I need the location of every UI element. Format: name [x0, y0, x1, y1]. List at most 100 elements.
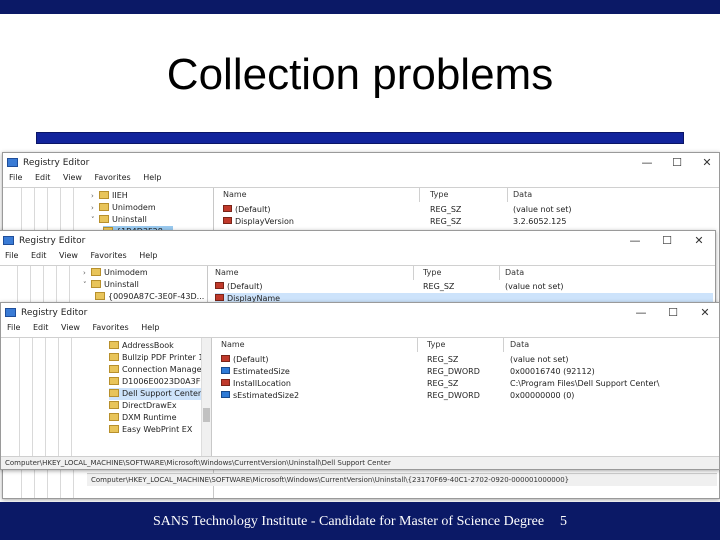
string-value-icon	[221, 355, 230, 362]
folder-icon	[99, 191, 109, 199]
page-number: 5	[560, 514, 567, 529]
close-button[interactable]: ✕	[689, 234, 709, 247]
column-type-header[interactable]: Type	[430, 190, 448, 199]
registry-app-icon	[7, 158, 18, 167]
tree-item[interactable]: DirectDrawEx	[109, 400, 177, 412]
tree-item[interactable]: › Unimodem	[91, 202, 156, 214]
status-bar: Computer\HKEY_LOCAL_MACHINE\SOFTWARE\Mic…	[1, 456, 719, 469]
value-row[interactable]: (Default)	[221, 354, 268, 366]
scrollbar-thumb[interactable]	[203, 408, 210, 422]
title-bar[interactable]: Registry Editor — ☐ ✕	[0, 231, 715, 251]
window-title: Registry Editor	[23, 158, 90, 168]
column-name-header[interactable]: Name	[215, 268, 239, 277]
tree-item[interactable]: ˅ Uninstall	[83, 279, 139, 291]
tree-item[interactable]: AddressBook	[109, 340, 174, 352]
folder-icon	[109, 413, 119, 421]
value-row[interactable]: (Default)	[223, 204, 270, 216]
string-value-icon	[223, 205, 232, 212]
chevron-right-icon: ›	[83, 269, 86, 277]
folder-icon	[95, 292, 105, 300]
folder-icon	[109, 377, 119, 385]
tree-item[interactable]: Easy WebPrint EX	[109, 424, 192, 436]
column-type-header[interactable]: Type	[423, 268, 441, 277]
window-title: Registry Editor	[21, 308, 88, 318]
tree-item[interactable]: › Unimodem	[83, 267, 148, 279]
close-button[interactable]: ✕	[697, 156, 717, 169]
column-data-header[interactable]: Data	[510, 340, 529, 349]
registry-window-front[interactable]: Registry Editor — ☐ ✕ File Edit View Fav…	[0, 302, 720, 470]
menu-favorites[interactable]: Favorites	[95, 173, 131, 182]
menu-edit[interactable]: Edit	[35, 173, 51, 182]
key-tree[interactable]: AddressBook Bullzip PDF Printer 1 Connec…	[1, 338, 212, 456]
footer-text: SANS Technology Institute - Candidate fo…	[153, 514, 545, 529]
title-bar[interactable]: Registry Editor — ☐ ✕	[1, 303, 719, 323]
string-value-icon	[223, 217, 232, 224]
menu-view[interactable]: View	[59, 251, 78, 260]
menu-bar: File Edit View Favorites Help	[1, 323, 719, 337]
column-data-header[interactable]: Data	[513, 190, 532, 199]
menu-help[interactable]: Help	[141, 323, 159, 332]
maximize-button[interactable]: ☐	[667, 156, 687, 169]
chevron-down-icon: ˅	[83, 281, 87, 289]
column-type-header[interactable]: Type	[427, 340, 445, 349]
tree-item[interactable]: Bullzip PDF Printer 1	[109, 352, 203, 364]
value-row[interactable]: (Default)	[215, 281, 262, 293]
column-name-header[interactable]: Name	[223, 190, 247, 199]
menu-help[interactable]: Help	[139, 251, 157, 260]
menu-file[interactable]: File	[7, 323, 20, 332]
folder-icon	[109, 401, 119, 409]
tree-item[interactable]: DXM Runtime	[109, 412, 177, 424]
folder-icon	[91, 268, 101, 276]
top-band	[0, 0, 720, 14]
maximize-button[interactable]: ☐	[657, 234, 677, 247]
folder-icon	[99, 215, 109, 223]
folder-icon	[109, 341, 119, 349]
tree-item[interactable]: D1006E0023D0A3F9B	[109, 376, 211, 388]
tree-item-selected[interactable]: Dell Support Center	[109, 388, 202, 400]
folder-icon	[91, 280, 101, 288]
title-bar[interactable]: Registry Editor — ☐ ✕	[3, 153, 719, 173]
menu-bar: File Edit View Favorites Help	[3, 173, 719, 187]
maximize-button[interactable]: ☐	[663, 306, 683, 319]
value-row[interactable]: DisplayVersion	[223, 216, 294, 228]
string-value-icon	[221, 379, 230, 386]
tree-scrollbar[interactable]	[201, 338, 211, 456]
slide-title: Collection problems	[166, 50, 554, 99]
folder-icon	[99, 203, 109, 211]
menu-view[interactable]: View	[61, 323, 80, 332]
menu-favorites[interactable]: Favorites	[91, 251, 127, 260]
tree-item[interactable]: Connection Manager	[109, 364, 205, 376]
minimize-button[interactable]: —	[625, 234, 645, 247]
tree-item[interactable]: ˅ Uninstall	[91, 214, 147, 226]
chevron-down-icon: ˅	[91, 216, 95, 224]
binary-value-icon	[221, 367, 230, 374]
column-name-header[interactable]: Name	[221, 340, 245, 349]
folder-icon	[109, 353, 119, 361]
title-accent-bar	[36, 132, 684, 144]
menu-bar: File Edit View Favorites Help	[0, 251, 715, 265]
binary-value-icon	[221, 391, 230, 398]
chevron-right-icon: ›	[91, 192, 94, 200]
value-row[interactable]: InstallLocation	[221, 378, 291, 390]
minimize-button[interactable]: —	[637, 156, 657, 169]
menu-file[interactable]: File	[9, 173, 22, 182]
folder-icon	[109, 365, 119, 373]
string-value-icon	[215, 282, 224, 289]
menu-view[interactable]: View	[63, 173, 82, 182]
registry-app-icon	[3, 236, 14, 245]
close-button[interactable]: ✕	[695, 306, 715, 319]
menu-edit[interactable]: Edit	[31, 251, 47, 260]
menu-favorites[interactable]: Favorites	[93, 323, 129, 332]
value-row[interactable]: sEstimatedSize2	[221, 390, 299, 402]
menu-file[interactable]: File	[5, 251, 18, 260]
minimize-button[interactable]: —	[631, 306, 651, 319]
values-list[interactable]: Name Type Data (Default) REG_SZ (value n…	[213, 338, 719, 456]
string-value-icon	[215, 294, 224, 301]
chevron-right-icon: ›	[91, 204, 94, 212]
folder-icon	[109, 425, 119, 433]
tree-item[interactable]: › IIEH	[91, 190, 128, 202]
menu-edit[interactable]: Edit	[33, 323, 49, 332]
column-data-header[interactable]: Data	[505, 268, 524, 277]
menu-help[interactable]: Help	[143, 173, 161, 182]
value-row[interactable]: EstimatedSize	[221, 366, 290, 378]
